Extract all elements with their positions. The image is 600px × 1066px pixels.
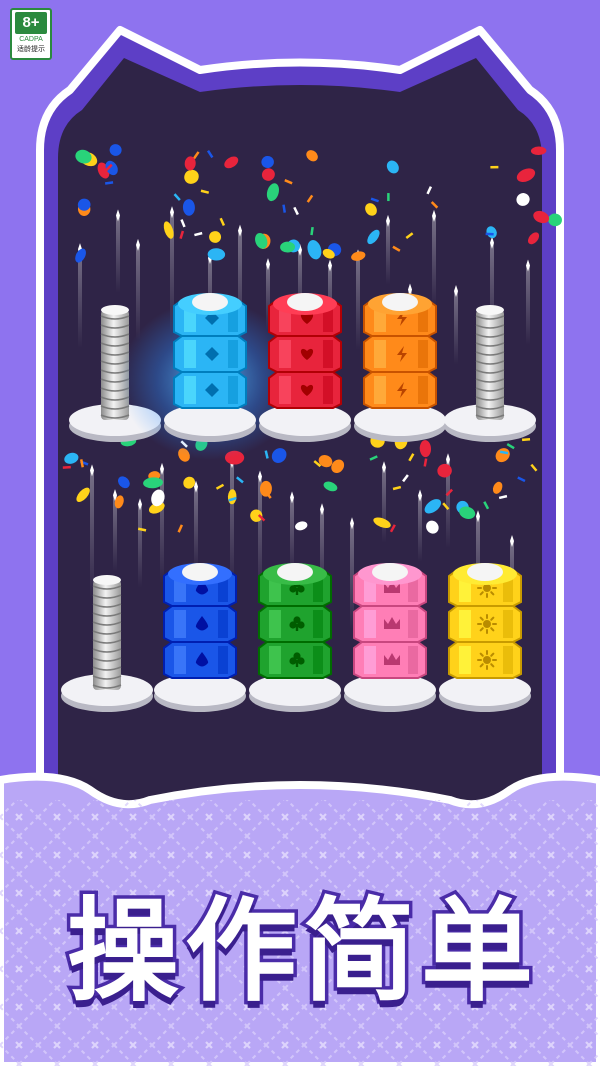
nut-segment: [258, 605, 332, 643]
nut-stack[interactable]: [344, 563, 436, 712]
light-beam: [138, 504, 142, 588]
light-beam: [136, 244, 140, 341]
nut-segment: [268, 335, 342, 373]
light-beam: [194, 486, 198, 572]
nut-segment: [353, 605, 427, 643]
nut-stack[interactable]: [154, 563, 246, 712]
age-rating-note: 适龄提示: [17, 45, 45, 53]
club-icon: [289, 585, 297, 593]
caption-char: 单: [418, 887, 537, 1017]
sun-icon: [483, 620, 491, 628]
nut-segment: [448, 605, 522, 643]
bolt-cap: [372, 563, 408, 581]
caption-char: 作: [182, 887, 301, 1017]
confetti-strip: [387, 193, 390, 202]
light-beam: [382, 467, 386, 543]
light-beam: [290, 497, 294, 574]
nut-stack[interactable]: [249, 563, 341, 712]
confetti-strip: [485, 232, 494, 236]
light-beam: [116, 215, 120, 293]
nut-segment: [173, 371, 247, 409]
light-beam: [454, 291, 458, 365]
nut-segment: [448, 641, 522, 679]
light-beam: [386, 220, 390, 285]
light-beam: [418, 495, 422, 562]
club-icon: [297, 657, 305, 665]
club-icon: [289, 657, 297, 665]
confetti-strip: [490, 165, 499, 169]
light-beam: [356, 255, 360, 350]
club-icon: [297, 621, 305, 629]
nut-segment: [173, 335, 247, 373]
nut-stack[interactable]: [259, 293, 351, 442]
sun-icon: [483, 656, 491, 664]
nut-segment: [163, 605, 237, 643]
bolt-cap: [182, 563, 218, 581]
bolt-cap: [192, 293, 228, 311]
bolt-cap: [382, 293, 418, 311]
club-icon: [289, 621, 297, 629]
nut-segment: [258, 641, 332, 679]
game-screen: 8+ CADPA 适龄提示 操 作 简 单: [0, 0, 600, 1066]
bolt-cap: [277, 563, 313, 581]
bolt-cap: [467, 563, 503, 581]
age-rating-org: CADPA: [19, 36, 43, 43]
nut-segment: [363, 335, 437, 373]
light-beam: [432, 215, 436, 307]
age-rating-badge: 8+ CADPA 适龄提示: [10, 8, 52, 60]
caption-char: 简: [300, 887, 419, 1017]
club-icon: [297, 585, 305, 593]
light-beam: [78, 249, 82, 349]
light-beam: [230, 462, 234, 588]
caption-char: 操: [64, 887, 183, 1017]
caption-title: 操 作 简 单: [0, 872, 600, 1032]
club-icon: [295, 624, 299, 631]
nut-stack[interactable]: [354, 293, 446, 442]
confetti-strip: [62, 465, 71, 469]
club-icon: [295, 588, 299, 595]
age-rating-value: 8+: [15, 12, 47, 34]
light-beam: [526, 265, 530, 346]
club-icon: [295, 660, 299, 667]
sun-icon: [483, 584, 491, 592]
nut-segment: [268, 371, 342, 409]
nut-segment: [363, 371, 437, 409]
nut-segment: [163, 641, 237, 679]
bolt-cap: [287, 293, 323, 311]
nut-segment: [353, 641, 427, 679]
nut-stack[interactable]: [439, 563, 531, 712]
